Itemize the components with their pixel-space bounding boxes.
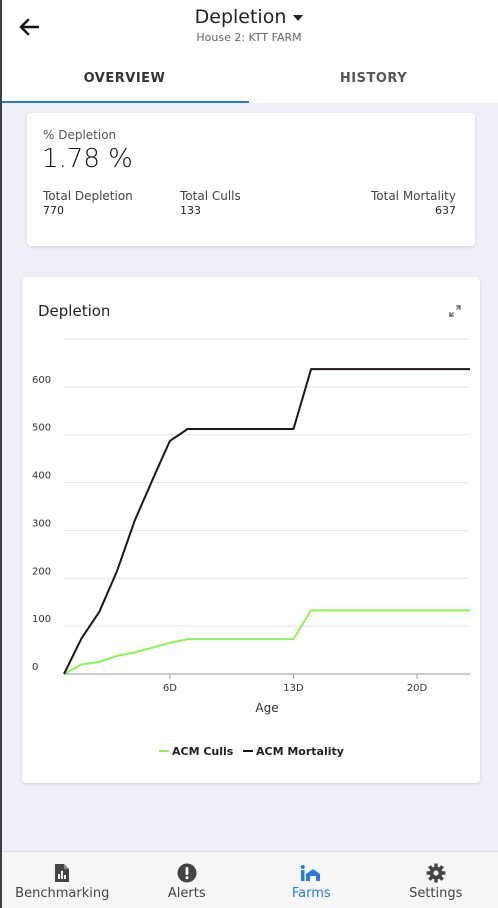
- x-tick-label: 6D: [163, 683, 177, 694]
- nav-label: Alerts: [167, 886, 206, 901]
- series-line-acm-mortality: [63, 368, 470, 675]
- depletion-summary-card: % Depletion 1.78 % Total Depletion 770 T…: [27, 113, 475, 246]
- stat-total-mortality: Total Mortality 637: [371, 189, 456, 217]
- x-tick-label: 20D: [407, 683, 428, 694]
- page-subtitle: House 2: KTT FARM: [196, 31, 302, 44]
- stat-value: 770: [43, 204, 64, 217]
- alert-circle-icon: [177, 863, 197, 883]
- bottom-nav: Benchmarking Alerts Farms Settings: [0, 851, 498, 908]
- nav-label: Settings: [409, 886, 463, 901]
- y-tick-label: 300: [32, 518, 51, 529]
- page-title: Depletion: [194, 6, 287, 28]
- stat-total-depletion: Total Depletion 770: [43, 189, 133, 217]
- tab-overview[interactable]: OVERVIEW: [0, 57, 249, 103]
- series-line-acm-culls: [63, 609, 470, 675]
- title-block: Depletion House 2: KTT FARM: [0, 6, 498, 44]
- y-tick-label: 0: [32, 662, 38, 673]
- depletion-line-chart: 0 100 200 300 400 500 600 6D 13D 20D Age ACM Culls A…: [32, 338, 470, 758]
- stat-label: Total Depletion: [43, 189, 133, 203]
- nav-benchmarking[interactable]: Benchmarking: [0, 852, 125, 908]
- nav-label: Farms: [291, 886, 331, 901]
- window-edge: [0, 0, 2, 908]
- caret-down-icon: [293, 15, 304, 21]
- depletion-percent-label: % Depletion: [43, 128, 117, 142]
- y-tick-label: 100: [32, 614, 51, 625]
- depletion-chart-card: Depletion 0 100 200 300 400 500 600 6D 13D 20D Age…: [22, 277, 480, 783]
- legend-label: ACM Culls: [172, 745, 234, 758]
- y-tick-label: 400: [32, 471, 51, 482]
- app-header: Depletion House 2: KTT FARM OVERVIEW HIS…: [0, 0, 498, 103]
- nav-label: Benchmarking: [15, 886, 110, 901]
- tab-history[interactable]: HISTORY: [249, 57, 498, 103]
- y-tick-label: 500: [32, 423, 51, 434]
- y-tick-label: 600: [32, 375, 51, 386]
- stat-value: 637: [435, 204, 456, 217]
- gear-icon: [426, 863, 446, 883]
- stat-label: Total Culls: [180, 189, 241, 203]
- stat-total-culls: Total Culls 133: [180, 189, 241, 217]
- nav-farms[interactable]: Farms: [249, 852, 374, 908]
- tab-bar: OVERVIEW HISTORY: [0, 57, 498, 103]
- bar-chart-doc-icon: [55, 864, 70, 882]
- depletion-percent-value: 1.78 %: [42, 144, 133, 174]
- nav-settings[interactable]: Settings: [374, 852, 498, 908]
- x-tick-label: 13D: [283, 683, 304, 694]
- x-axis-label: Age: [255, 701, 278, 715]
- page-title-dropdown[interactable]: Depletion: [195, 6, 304, 28]
- nav-alerts[interactable]: Alerts: [125, 852, 250, 908]
- stat-label: Total Mortality: [370, 189, 456, 203]
- stat-value: 133: [180, 204, 201, 217]
- y-tick-label: 200: [32, 566, 51, 577]
- farm-icon: [301, 865, 321, 881]
- legend-label: ACM Mortality: [256, 745, 344, 758]
